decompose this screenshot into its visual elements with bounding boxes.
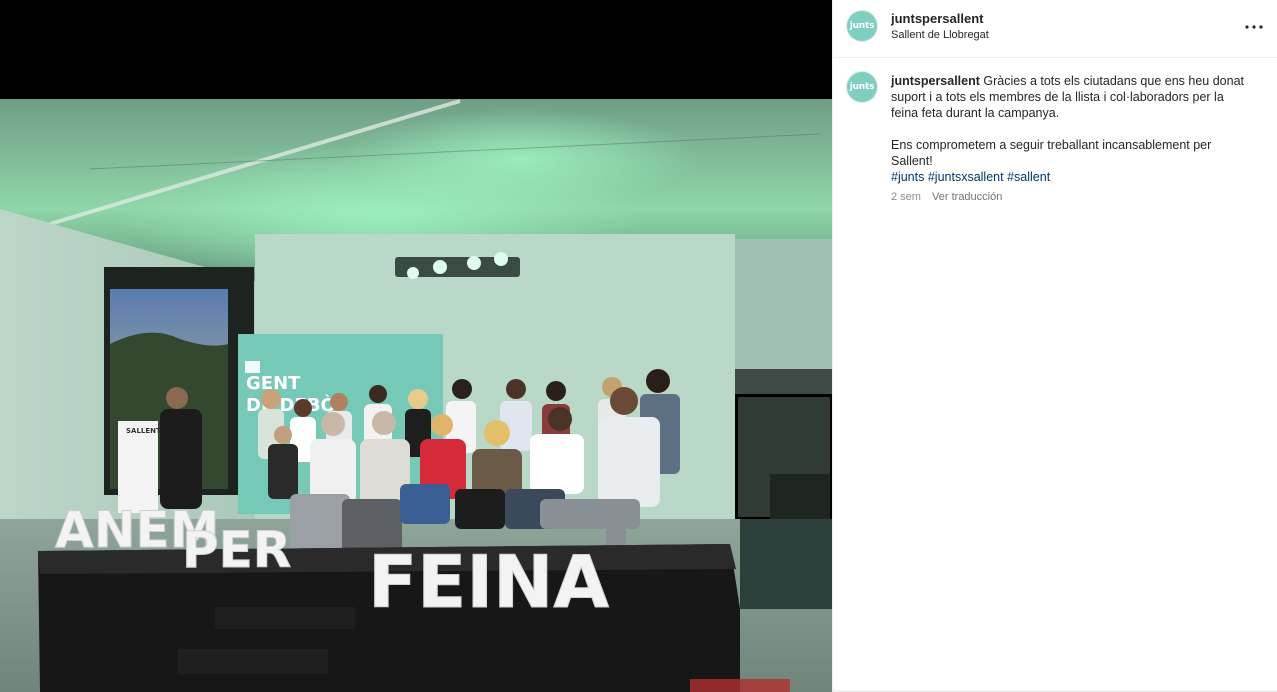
hashtag-link[interactable]: #juntsxsallent [928, 170, 1004, 184]
post-media: GENT DE DEBÒ SALLENT ANEM PER FEINA [0, 0, 832, 692]
post-time-ago[interactable]: 2 sem [891, 191, 921, 203]
caption-avatar[interactable]: junts [847, 72, 877, 102]
post-header: junts juntspersallent Sallent de Llobreg… [833, 0, 1277, 58]
see-translation-button[interactable]: Ver traducción [932, 191, 1002, 203]
caption-paragraph-1: juntspersallent Gràcies a tots els ciuta… [891, 73, 1251, 121]
post-location[interactable]: Sallent de Llobregat [891, 29, 989, 41]
post-photo[interactable]: GENT DE DEBÒ SALLENT ANEM PER FEINA [0, 99, 832, 692]
caption-paragraph-2: Ens comprometem a seguir treballant inca… [891, 138, 1212, 168]
podium-label: SALLENT [126, 427, 161, 435]
caption-username[interactable]: juntspersallent [891, 74, 980, 88]
hashtag-link[interactable]: #sallent [1007, 170, 1050, 184]
account-avatar[interactable]: junts [847, 11, 877, 41]
post-details-panel: junts juntspersallent Sallent de Llobreg… [832, 0, 1277, 692]
more-options-button[interactable] [1242, 15, 1266, 39]
caption-hashtags: #junts #juntsxsallent #sallent [891, 169, 1251, 185]
caption-meta: 2 sem Ver traducción [891, 189, 1251, 205]
more-horizontal-icon [1245, 25, 1263, 29]
photo-illustration: GENT DE DEBÒ SALLENT ANEM PER FEINA [0, 99, 832, 692]
letters-word2: PER [182, 521, 291, 579]
instagram-post-view: GENT DE DEBÒ SALLENT ANEM PER FEINA junt… [0, 0, 1277, 692]
hashtag-link[interactable]: #junts [891, 170, 924, 184]
letters-word3: FEINA [368, 540, 609, 624]
post-caption: juntspersallent Gràcies a tots els ciuta… [891, 73, 1251, 205]
account-username[interactable]: juntspersallent [891, 11, 983, 26]
